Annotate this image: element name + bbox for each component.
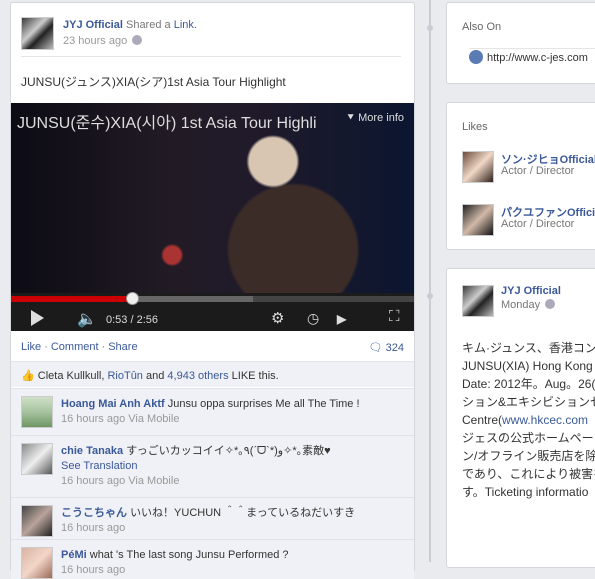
page-avatar[interactable] (462, 151, 494, 183)
comment: こうこちゃん いいね！YUCHUN ＾＾まっているねだいすき 16 hours … (11, 497, 414, 539)
globe-icon (132, 35, 143, 45)
watch-later-icon[interactable]: ◷ (307, 310, 319, 327)
post-time: 23 hours ago (63, 35, 143, 47)
also-on-title: Also On (462, 21, 502, 33)
comment: Hoang Mai Anh Aktf Junsu oppa surprises … (11, 388, 414, 435)
commenter-avatar[interactable] (21, 396, 53, 428)
feed-post: JYJ Official Shared a Link. 23 hours ago… (10, 2, 415, 579)
video-time: 0:53 / 2:56 (106, 314, 159, 326)
see-translation-link[interactable]: See Translation (61, 460, 137, 472)
likes-summary: 👍 Cleta Kullkull, RioTûn and 4,943 other… (11, 361, 414, 387)
played-bar (11, 296, 132, 302)
timeline-divider (427, 0, 433, 562)
comment-link[interactable]: Comment (51, 341, 99, 353)
video-controls: 🔈 0:53 / 2:56 ⚙ ◷ ▶ ⛶ (11, 292, 414, 331)
fullscreen-icon[interactable]: ⛶ (389, 308, 400, 325)
second-post: JYJ Official Monday キム·ジュンス、香港コン JUNSU(X… (446, 268, 595, 568)
commenter-avatar[interactable] (21, 443, 53, 475)
globe-icon (469, 50, 483, 64)
share-link[interactable]: Share (108, 341, 137, 353)
author-avatar[interactable] (21, 17, 54, 50)
play-icon[interactable] (31, 310, 44, 326)
post2-text: キム·ジュンス、香港コン JUNSU(XIA) Hong Kong Date: … (462, 341, 595, 499)
post-byline: JYJ Official Shared a Link. (63, 19, 197, 31)
also-on-link[interactable]: http://www.c-jes.com (469, 50, 588, 64)
comment-icon: 🗨 (368, 342, 383, 354)
shared-link[interactable]: Link. (174, 19, 197, 31)
more-info-button[interactable]: ⯆ More info (346, 112, 404, 125)
youtube-logo-icon[interactable]: ▶ (337, 312, 346, 326)
volume-icon[interactable]: 🔈 (77, 309, 97, 329)
commenter-avatar[interactable] (21, 505, 53, 537)
comment: chie Tanaka すっごいカッコイイ✧*｡٩(ˊᗜˋ*)و✧*｡素敵♥ S… (11, 435, 414, 497)
commenter-avatar[interactable] (21, 547, 53, 579)
likes-title: Likes (462, 121, 488, 133)
gear-icon[interactable]: ⚙ (271, 309, 284, 327)
comment: PéMi what 's The last song Junsu Perform… (11, 539, 414, 579)
video-title[interactable]: JUNSU(준수)XIA(시아) 1st Asia Tour Highlight (17, 109, 317, 133)
post-text: JUNSU(ジュンス)XIA(シア)1st Asia Tour Highligh… (21, 75, 286, 89)
comment-count[interactable]: 🗨 324 (369, 341, 404, 354)
globe-icon (545, 299, 556, 309)
progress-track[interactable] (11, 292, 414, 305)
also-on-box: Also On http://www.c-jes.com (446, 2, 595, 84)
post-actions: Like · Comment · Share (21, 341, 138, 353)
video-player[interactable]: JUNSU(준수)XIA(시아) 1st Asia Tour Highlight… (11, 103, 414, 331)
likes-box: Likes ソン·ジヒョOfficial Actor / Director パク… (446, 102, 595, 250)
post-header: JYJ Official Shared a Link. 23 hours ago (21, 17, 401, 57)
author-avatar[interactable] (462, 285, 494, 317)
page-avatar[interactable] (462, 204, 494, 236)
scrubber-handle[interactable] (125, 292, 139, 305)
hkcec-link[interactable]: www.hkcec.com (502, 413, 588, 427)
thumbs-up-icon: 👍 (21, 370, 35, 382)
like-link[interactable]: Like (21, 341, 41, 353)
author-name[interactable]: JYJ Official (63, 19, 123, 31)
